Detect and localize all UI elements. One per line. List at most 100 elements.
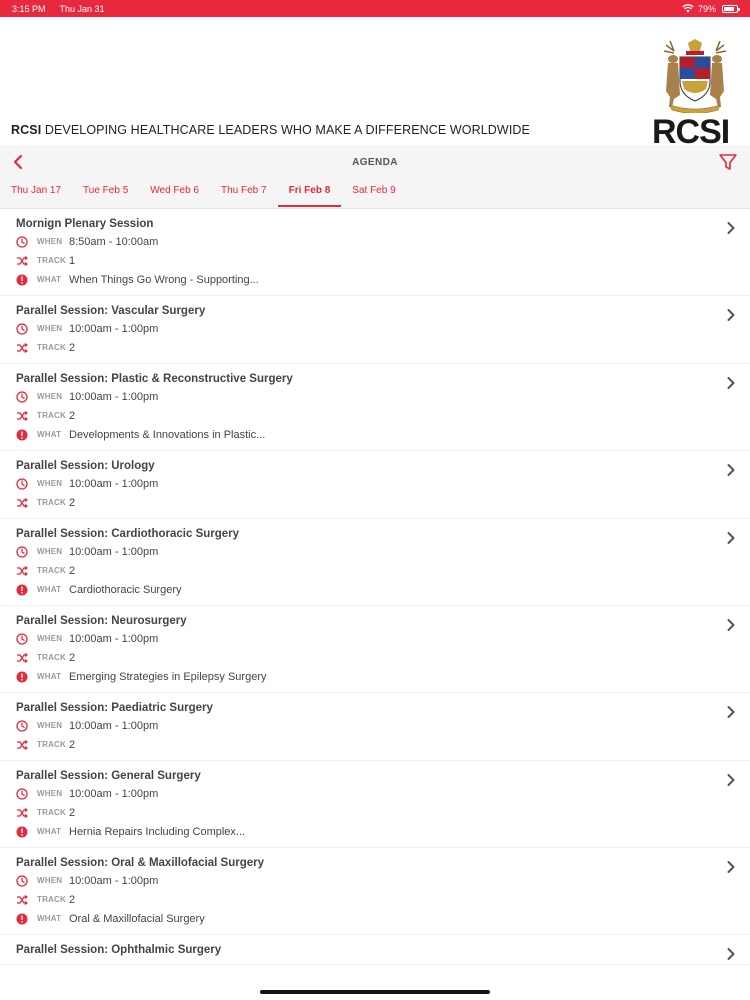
page-title: AGENDA (352, 156, 398, 168)
track-label: TRACK (37, 343, 66, 352)
session-item[interactable]: Parallel Session: Oral & Maxillofacial S… (0, 848, 750, 935)
session-item[interactable]: Parallel Session: Plastic & Reconstructi… (0, 364, 750, 451)
when-label: WHEN (37, 876, 63, 885)
tab-fri-feb-8[interactable]: Fri Feb 8 (277, 179, 342, 209)
shuffle-icon (17, 807, 28, 818)
chevron-right-icon (727, 706, 735, 718)
track-row: TRACK 2 (16, 406, 734, 425)
session-item[interactable]: Parallel Session: Urology WHEN 10:00am -… (0, 451, 750, 519)
what-value: Emerging Strategies in Epilepsy Surgery (69, 670, 267, 683)
track-row: TRACK 2 (16, 561, 734, 580)
filter-icon[interactable] (718, 152, 738, 172)
battery-icon (722, 4, 740, 13)
shuffle-icon (17, 255, 28, 266)
tab-sat-feb-9[interactable]: Sat Feb 9 (341, 179, 406, 209)
tab-tue-feb-5[interactable]: Tue Feb 5 (72, 179, 139, 209)
home-indicator[interactable] (260, 990, 490, 994)
track-value: 2 (69, 651, 76, 664)
when-value: 10:00am - 1:00pm (69, 632, 159, 645)
chevron-right-icon (727, 309, 735, 321)
status-time: 3:15 PM (12, 3, 46, 14)
track-label: TRACK (37, 566, 66, 575)
when-value: 10:00am - 1:00pm (69, 390, 159, 403)
info-icon (16, 671, 28, 682)
what-row: WHAT When Things Go Wrong - Supporting..… (16, 270, 734, 289)
what-label: WHAT (37, 672, 62, 681)
what-row: WHAT Hernia Repairs Including Complex... (16, 822, 734, 841)
when-value: 10:00am - 1:00pm (69, 787, 159, 800)
track-value: 2 (69, 564, 76, 577)
tab-wed-feb-6[interactable]: Wed Feb 6 (139, 179, 210, 209)
shuffle-icon (17, 894, 28, 905)
session-item[interactable]: Mornign Plenary Session WHEN 8:50am - 10… (0, 209, 750, 296)
when-row: WHEN 10:00am - 1:00pm (16, 784, 734, 803)
what-value: Developments & Innovations in Plastic... (69, 428, 266, 441)
info-icon (16, 274, 28, 285)
track-row: TRACK 1 (16, 251, 734, 270)
chevron-right-icon (727, 222, 735, 234)
info-icon (16, 584, 28, 595)
track-value: 2 (69, 738, 76, 751)
session-title: Parallel Session: Urology (16, 460, 155, 472)
what-value: Cardiothoracic Surgery (69, 583, 182, 596)
clock-icon (16, 235, 28, 248)
when-value: 10:00am - 1:00pm (69, 719, 159, 732)
track-label: TRACK (37, 895, 66, 904)
when-label: WHEN (37, 324, 63, 333)
track-label: TRACK (37, 653, 66, 662)
when-value: 10:00am - 1:00pm (69, 477, 159, 490)
tab-thu-jan-17[interactable]: Thu Jan 17 (0, 179, 72, 209)
tab-thu-feb-7[interactable]: Thu Feb 7 (210, 179, 278, 209)
clock-icon (16, 874, 28, 887)
chevron-right-icon (727, 377, 735, 389)
track-value: 2 (69, 806, 76, 819)
clock-icon (16, 477, 28, 490)
when-row: WHEN 10:00am - 1:00pm (16, 542, 734, 561)
session-item[interactable]: Parallel Session: Cardiothoracic Surgery… (0, 519, 750, 606)
when-row: WHEN 10:00am - 1:00pm (16, 474, 734, 493)
tagline-bold: RCSI (11, 123, 42, 137)
session-title: Parallel Session: Cardiothoracic Surgery (16, 528, 240, 540)
session-item[interactable]: Parallel Session: Vascular Surgery WHEN … (0, 296, 750, 364)
tagline-text: DEVELOPING HEALTHCARE LEADERS WHO MAKE A… (41, 123, 530, 137)
clock-icon (16, 322, 28, 335)
session-item[interactable]: Parallel Session: Ophthalmic Surgery (0, 935, 750, 965)
track-value: 2 (69, 341, 76, 354)
when-row: WHEN 10:00am - 1:00pm (16, 319, 734, 338)
what-row: WHAT Emerging Strategies in Epilepsy Sur… (16, 667, 734, 686)
nav-bar: AGENDA (0, 145, 750, 179)
track-value: 2 (69, 496, 76, 509)
what-row: WHAT Cardiothoracic Surgery (16, 580, 734, 599)
session-title: Parallel Session: Oral & Maxillofacial S… (16, 857, 264, 869)
when-value: 8:50am - 10:00am (69, 235, 159, 248)
when-label: WHEN (37, 634, 63, 643)
session-item[interactable]: Parallel Session: Neurosurgery WHEN 10:0… (0, 606, 750, 693)
back-chevron-icon[interactable] (10, 153, 26, 171)
what-label: WHAT (37, 430, 62, 439)
when-label: WHEN (37, 547, 63, 556)
when-label: WHEN (37, 237, 63, 246)
info-icon (16, 913, 28, 924)
date-tabs: Thu Jan 17 Tue Feb 5 Wed Feb 6 Thu Feb 7… (0, 179, 750, 209)
when-row: WHEN 10:00am - 1:00pm (16, 871, 734, 890)
tagline: RCSI DEVELOPING HEALTHCARE LEADERS WHO M… (11, 123, 530, 137)
session-item[interactable]: Parallel Session: General Surgery WHEN 1… (0, 761, 750, 848)
when-label: WHEN (37, 721, 63, 730)
when-value: 10:00am - 1:00pm (69, 322, 159, 335)
shuffle-icon (17, 342, 28, 353)
session-title: Parallel Session: Neurosurgery (16, 615, 187, 627)
clock-icon (16, 719, 28, 732)
what-label: WHAT (37, 914, 62, 923)
track-value: 2 (69, 893, 76, 906)
track-row: TRACK 2 (16, 735, 734, 754)
track-label: TRACK (37, 740, 66, 749)
chevron-right-icon (727, 619, 735, 631)
when-row: WHEN 10:00am - 1:00pm (16, 716, 734, 735)
status-bar: 3:15 PM Thu Jan 31 79% (0, 0, 750, 17)
session-item[interactable]: Parallel Session: Paediatric Surgery WHE… (0, 693, 750, 761)
track-label: TRACK (37, 808, 66, 817)
shuffle-icon (17, 410, 28, 421)
when-value: 10:00am - 1:00pm (69, 874, 159, 887)
brand-header: RCSI DEVELOPING HEALTHCARE LEADERS WHO M… (0, 17, 750, 151)
status-date: Thu Jan 31 (59, 3, 105, 14)
